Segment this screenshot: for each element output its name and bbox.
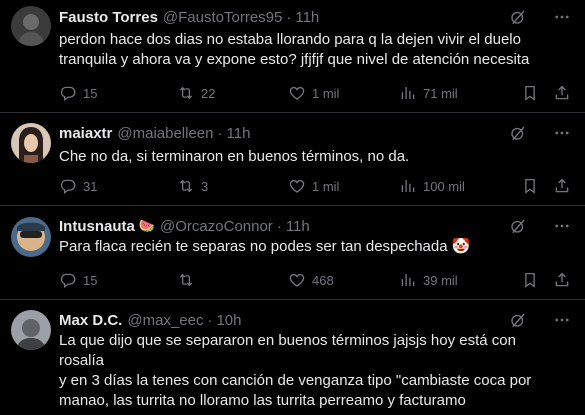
display-name[interactable]: Intusnauta [59, 218, 135, 235]
reply-icon [59, 177, 77, 195]
like-count: 468 [312, 272, 334, 288]
post-text: La que dijo que se separaron en buenos t… [59, 332, 532, 415]
post-header: maiaxtr @maiabelleen · 11h [59, 123, 571, 143]
post-intusnauta[interactable]: Intusnauta 🍉 @OrcazoConnor · 11h Para fl… [0, 206, 585, 300]
user-handle[interactable]: @OrcazoConnor [160, 218, 273, 235]
like-icon [288, 271, 306, 289]
action-bar: 15 22 1 mil 71 mil [59, 83, 571, 103]
views-icon [399, 271, 417, 289]
bookmark-button[interactable] [521, 176, 539, 196]
separator-dot: · [286, 8, 292, 26]
like-icon [288, 84, 306, 102]
view-count: 71 mil [423, 85, 458, 101]
like-icon [288, 177, 306, 195]
share-button[interactable] [553, 83, 571, 103]
separator-dot: · [217, 124, 223, 142]
share-button[interactable] [553, 270, 571, 290]
views-button[interactable]: 71 mil [399, 83, 458, 103]
reply-count: 31 [83, 178, 98, 194]
repost-button[interactable]: 3 [177, 176, 208, 196]
more-icon[interactable] [553, 8, 571, 26]
views-icon [399, 84, 417, 102]
post-header: Fausto Torres @FaustoTorres95 · 11h [59, 7, 571, 27]
bookmark-button[interactable] [521, 83, 539, 103]
grok-icon[interactable] [509, 124, 527, 142]
grok-icon[interactable] [509, 217, 527, 235]
post-fausto-torres[interactable]: Fausto Torres @FaustoTorres95 · 11h perd… [0, 0, 585, 113]
avatar[interactable] [11, 310, 51, 350]
bookmark-icon [521, 177, 539, 195]
share-icon [553, 84, 571, 102]
more-icon[interactable] [553, 217, 571, 235]
display-name[interactable]: maiaxtr [59, 125, 112, 142]
post-text: Para flaca recién te separas no podes se… [59, 238, 471, 255]
views-button[interactable]: 39 mil [399, 270, 458, 290]
reply-count: 15 [83, 85, 98, 101]
timestamp[interactable]: 11h [286, 218, 310, 235]
reply-button[interactable]: 31 [59, 176, 97, 196]
avatar[interactable] [11, 6, 51, 46]
repost-count: 22 [201, 85, 216, 101]
share-icon [553, 177, 571, 195]
reply-button[interactable]: 15 [59, 83, 97, 103]
repost-icon [177, 271, 195, 289]
user-handle[interactable]: @max_eec [127, 312, 203, 329]
timestamp[interactable]: 11h [295, 9, 319, 26]
view-count: 100 mil [423, 178, 465, 194]
post-header: Intusnauta 🍉 @OrcazoConnor · 11h [59, 216, 571, 236]
post-text: Che no da, si terminaron en buenos térmi… [59, 148, 410, 165]
repost-button[interactable]: 22 [177, 83, 215, 103]
view-count: 39 mil [423, 272, 458, 288]
action-bar: 31 3 1 mil 100 mil [59, 176, 571, 196]
post-max-dc[interactable]: Max D.C. @max_eec · 10h La que dijo que … [0, 300, 585, 415]
views-icon [399, 177, 417, 195]
user-handle[interactable]: @maiabelleen [117, 125, 213, 142]
bookmark-button[interactable] [521, 270, 539, 290]
avatar[interactable] [11, 217, 51, 257]
separator-dot: · [207, 311, 213, 329]
display-name[interactable]: Max D.C. [59, 312, 122, 329]
reply-count: 15 [83, 272, 98, 288]
more-icon[interactable] [553, 311, 571, 329]
user-handle[interactable]: @FaustoTorres95 [163, 9, 282, 26]
share-icon [553, 271, 571, 289]
repost-icon [177, 177, 195, 195]
name-emoji-badge: 🍉 [138, 218, 156, 233]
post-text: perdon hace dos dias no estaba llorando … [59, 31, 530, 68]
post-maiaxtr[interactable]: maiaxtr @maiabelleen · 11h Che no da, si… [0, 113, 585, 206]
like-count: 1 mil [312, 178, 340, 194]
repost-count: 3 [201, 178, 209, 194]
share-button[interactable] [553, 176, 571, 196]
post-header: Max D.C. @max_eec · 10h [59, 310, 571, 330]
views-button[interactable]: 100 mil [399, 176, 465, 196]
display-name[interactable]: Fausto Torres [59, 9, 158, 26]
bookmark-icon [521, 84, 539, 102]
like-button[interactable]: 1 mil [288, 83, 339, 103]
like-count: 1 mil [312, 85, 340, 101]
timestamp[interactable]: 10h [216, 312, 241, 329]
avatar[interactable] [11, 123, 51, 163]
more-icon[interactable] [553, 124, 571, 142]
separator-dot: · [276, 217, 282, 235]
reply-button[interactable]: 15 [59, 270, 97, 290]
timestamp[interactable]: 11h [227, 125, 251, 142]
grok-icon[interactable] [509, 311, 527, 329]
like-button[interactable]: 1 mil [288, 176, 339, 196]
grok-icon[interactable] [509, 8, 527, 26]
action-bar: 15 468 39 mil [59, 270, 571, 290]
reply-icon [59, 84, 77, 102]
repost-icon [177, 84, 195, 102]
bookmark-icon [521, 271, 539, 289]
like-button[interactable]: 468 [288, 270, 334, 290]
reply-icon [59, 271, 77, 289]
repost-button[interactable] [177, 270, 201, 290]
